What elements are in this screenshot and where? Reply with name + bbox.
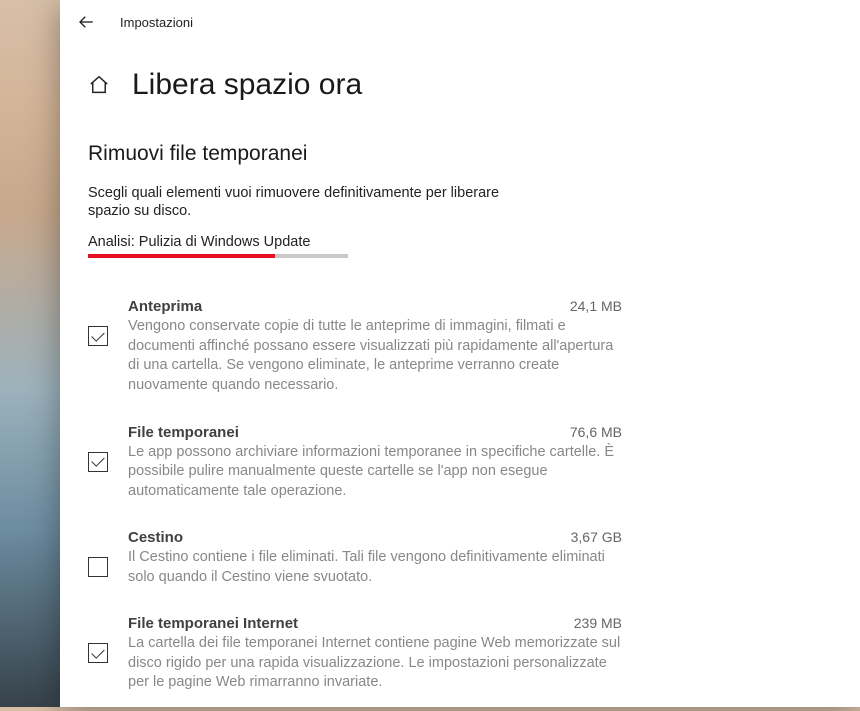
item-title: Anteprima — [128, 298, 202, 315]
settings-window: Impostazioni Libera spazio ora Rimuovi f… — [60, 0, 860, 707]
analysis-progress-fill — [88, 254, 275, 258]
item-size: 3,67 GB — [571, 529, 622, 545]
item-description: Le app possono archiviare informazioni t… — [128, 443, 628, 502]
item-description: Il Cestino contiene i file eliminati. Ta… — [128, 548, 628, 587]
item-head: Anteprima 24,1 MB — [128, 298, 628, 315]
page-title: Libera spazio ora — [132, 68, 362, 102]
item-head: File temporanei Internet 239 MB — [128, 615, 628, 632]
item-body: Cestino 3,67 GB Il Cestino contiene i file… — [128, 529, 628, 587]
item-size: 24,1 MB — [570, 298, 622, 314]
list-item: Anteprima 24,1 MB Vengono conservate copie… — [88, 288, 628, 413]
home-icon[interactable] — [88, 74, 110, 96]
item-checkbox[interactable] — [88, 452, 108, 472]
item-title: File temporanei — [128, 424, 239, 441]
section-title: Rimuovi file temporanei — [88, 142, 832, 166]
list-item: Cestino 3,67 GB Il Cestino contiene i file… — [88, 519, 628, 605]
item-body: File temporanei Internet 239 MB La cartell… — [128, 615, 628, 693]
back-arrow-icon — [77, 13, 95, 31]
item-title: Cestino — [128, 529, 183, 546]
back-button[interactable] — [76, 12, 96, 32]
section-description: Scegli quali elementi vuoi rimuovere def… — [88, 184, 518, 220]
item-checkbox[interactable] — [88, 326, 108, 346]
analysis-label: Analisi: Pulizia di Windows Update — [88, 234, 832, 250]
content-area: Libera spazio ora Rimuovi file temporane… — [60, 68, 860, 711]
item-size: 239 MB — [574, 615, 622, 631]
item-checkbox[interactable] — [88, 643, 108, 663]
items-list: Anteprima 24,1 MB Vengono conservate copie… — [88, 288, 832, 711]
item-head: Cestino 3,67 GB — [128, 529, 628, 546]
item-size: 76,6 MB — [570, 424, 622, 440]
page-header: Libera spazio ora — [88, 68, 832, 102]
item-title: File temporanei Internet — [128, 615, 298, 632]
item-body: File temporanei 76,6 MB Le app possono arc… — [128, 424, 628, 502]
titlebar-title: Impostazioni — [120, 15, 193, 30]
list-item: File temporanei Internet 239 MB La cartell… — [88, 605, 628, 711]
item-body: Anteprima 24,1 MB Vengono conservate copie… — [128, 298, 628, 395]
titlebar: Impostazioni — [60, 0, 860, 44]
item-description: Vengono conservate copie di tutte le ant… — [128, 317, 628, 395]
item-head: File temporanei 76,6 MB — [128, 424, 628, 441]
analysis-progress-bar — [88, 254, 348, 258]
list-item: File temporanei 76,6 MB Le app possono arc… — [88, 414, 628, 520]
item-checkbox[interactable] — [88, 557, 108, 577]
item-description: La cartella dei file temporanei Internet… — [128, 634, 628, 693]
